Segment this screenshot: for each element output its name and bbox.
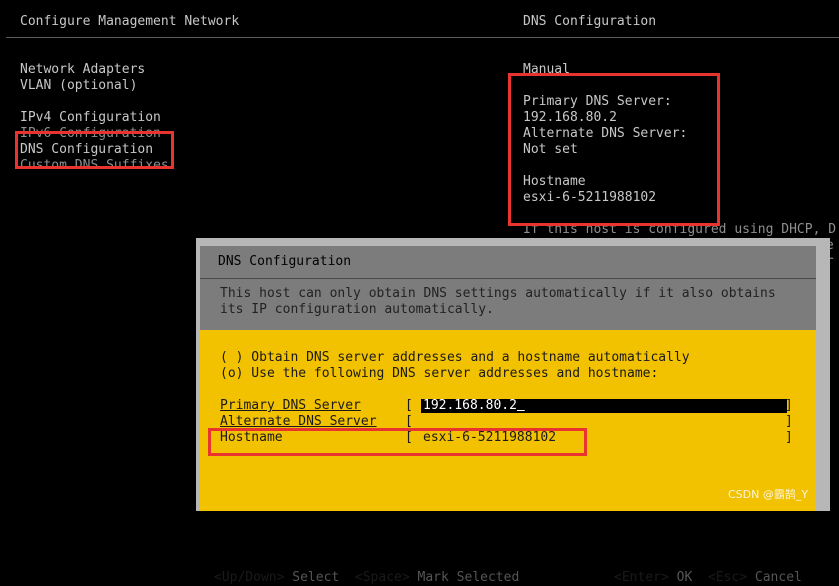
menu-item-vlan[interactable]: VLAN (optional)	[20, 78, 169, 94]
alternate-dns-input[interactable]	[421, 415, 787, 429]
radio-obtain-automatically[interactable]: ( ) Obtain DNS server addresses and a ho…	[220, 350, 690, 366]
alternate-dns-label: Alternate DNS Server:	[523, 126, 688, 141]
primary-dns-close-bracket: ]	[785, 398, 793, 413]
hostname-input[interactable]: esxi-6-5211988102	[421, 431, 787, 445]
dialog-description-line1: This host can only obtain DNS settings a…	[220, 286, 776, 301]
panel-title: DNS Configuration	[523, 14, 657, 29]
config-menu: Network Adapters VLAN (optional) IPv4 Co…	[20, 62, 169, 174]
dns-configuration-dialog: DNS Configuration This host can only obt…	[196, 238, 830, 585]
dialog-header: DNS Configuration This host can only obt…	[200, 246, 816, 330]
hostname-field-label: Hostname	[220, 430, 283, 445]
ok-button[interactable]: <Enter> OK	[614, 570, 692, 585]
alternate-dns-value: Not set	[523, 142, 578, 157]
dhcp-note: If this host is configured using DHCP, D	[523, 222, 837, 237]
dialog-body: ( ) Obtain DNS server addresses and a ho…	[200, 330, 816, 585]
menu-item-network-adapters[interactable]: Network Adapters	[20, 62, 169, 78]
watermark: CSDN @霸鹄_Y	[728, 488, 809, 501]
action-select: Select	[292, 570, 340, 585]
dialog-footer-right: <Enter> OK <Esc> Cancel	[614, 570, 802, 586]
hostname-value: esxi-6-5211988102	[523, 190, 657, 205]
primary-dns-field-label: Primary DNS Server	[220, 398, 361, 413]
menu-item-dns-configuration[interactable]: DNS Configuration	[20, 142, 169, 158]
menu-item-ipv6[interactable]: IPv6 Configuration	[20, 126, 169, 142]
alternate-dns-close-bracket: ]	[785, 414, 793, 429]
hostname-label: Hostname	[523, 174, 586, 189]
header-divider	[6, 37, 839, 38]
primary-dns-input[interactable]: 192.168.80.2	[421, 399, 787, 413]
hostname-open-bracket: [	[405, 430, 413, 445]
menu-item-ipv4[interactable]: IPv4 Configuration	[20, 110, 169, 126]
alternate-dns-field-label: Alternate DNS Server	[220, 414, 377, 429]
dialog-header-divider	[200, 278, 816, 279]
dns-mode: Manual	[523, 62, 570, 77]
menu-item-custom-dns-suffixes[interactable]: Custom DNS Suffixes	[20, 158, 169, 174]
dialog-footer-left: <Up/Down> Select <Space> Mark Selected	[214, 570, 519, 586]
radio-use-following[interactable]: (o) Use the following DNS server address…	[220, 366, 658, 382]
dns-info-panel: Manual Primary DNS Server: 192.168.80.2 …	[523, 62, 687, 206]
screen-title: Configure Management Network	[20, 14, 240, 29]
primary-dns-input-value: 192.168.80.2	[423, 398, 517, 413]
key-enter: <Enter>	[614, 570, 669, 585]
primary-dns-label: Primary DNS Server:	[523, 94, 672, 109]
key-esc: <Esc>	[707, 570, 748, 585]
dialog-description-line2: its IP configuration automatically.	[220, 302, 494, 317]
action-cancel: Cancel	[754, 570, 802, 585]
key-space: <Space>	[354, 570, 410, 585]
primary-dns-value: 192.168.80.2	[523, 110, 617, 125]
cancel-button[interactable]: <Esc> Cancel	[708, 570, 802, 585]
action-mark-selected: Mark Selected	[417, 570, 520, 585]
action-ok: OK	[676, 570, 693, 585]
hostname-close-bracket: ]	[785, 430, 793, 445]
dialog-title: DNS Configuration	[218, 254, 352, 269]
alternate-dns-open-bracket: [	[405, 414, 413, 429]
primary-dns-open-bracket: [	[405, 398, 413, 413]
key-up-down: <Up/Down>	[214, 570, 285, 585]
